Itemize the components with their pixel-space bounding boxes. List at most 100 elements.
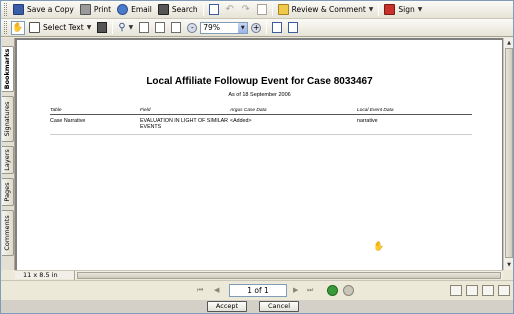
tools-toolbar: ✋ Select Text ▼ ⚲ ▼ - 79% ▼ + <box>1 19 513 37</box>
tab-bookmarks[interactable]: Bookmarks <box>2 46 14 92</box>
toolbar-separator <box>266 21 268 34</box>
table-cell: narrative <box>357 118 378 124</box>
scroll-down-icon[interactable]: ▼ <box>505 261 513 269</box>
tab-comments[interactable]: Comments <box>2 210 14 256</box>
review-comment-button[interactable]: Review & Comment ▼ <box>275 2 377 17</box>
zoom-out-button[interactable]: - <box>185 21 199 35</box>
spell-check-icon <box>208 4 219 15</box>
cancel-button[interactable]: Cancel <box>259 301 299 312</box>
go-back-icon[interactable] <box>327 285 338 296</box>
undo-button[interactable]: ↶ <box>223 3 237 17</box>
printer-icon <box>79 4 91 15</box>
toolbar-separator <box>202 3 204 16</box>
redo-icon: ↷ <box>241 4 250 15</box>
fit-width-icon <box>171 22 182 33</box>
copy-button[interactable] <box>255 3 269 17</box>
document-title: Local Affiliate Followup Event for Case … <box>146 76 373 87</box>
last-page-icon[interactable]: ⏭ <box>307 285 313 296</box>
spell-check-button[interactable] <box>207 3 221 17</box>
binoculars-icon <box>157 4 169 15</box>
table-row: Case Narrative EVALUATION IN LIGHT OF SI… <box>50 115 472 135</box>
rotate-left-button[interactable] <box>270 21 284 35</box>
page-size-label: 11 x 8.5 in <box>15 270 75 280</box>
scroll-up-icon[interactable]: ▲ <box>505 39 513 47</box>
main-toolbar: Save a Copy Print Email Search ↶ ↷ Revie… <box>1 1 513 19</box>
hand-icon: ✋ <box>12 22 24 33</box>
pen-icon <box>384 4 396 15</box>
toolbar-grip[interactable] <box>4 3 7 16</box>
table-cell: EVALUATION IN LIGHT OF SIMILAR EVENTS <box>140 118 229 130</box>
document-subtitle: As of 18 September 2006 <box>228 92 291 98</box>
fit-page-icon <box>155 22 166 33</box>
tab-layers[interactable]: Layers <box>2 146 14 174</box>
rotate-right-button[interactable] <box>286 21 300 35</box>
text-cursor-icon <box>29 22 40 33</box>
zoom-dropdown-icon[interactable]: ▼ <box>238 22 248 33</box>
table-header: Table Field Argus Case Data Local Event … <box>50 108 472 115</box>
dropdown-arrow-icon[interactable]: ▼ <box>129 24 134 31</box>
actual-size-icon <box>139 22 150 33</box>
email-icon <box>117 4 129 15</box>
hand-tool-button[interactable]: ✋ <box>11 20 25 35</box>
actual-size-button[interactable] <box>137 21 151 35</box>
magnifier-icon: ⚲ <box>118 22 126 33</box>
column-header: Table <box>50 108 62 113</box>
column-header: Local Event Data <box>357 108 394 113</box>
fit-width-button[interactable] <box>169 21 183 35</box>
zoom-tool-button[interactable]: ⚲ ▼ <box>115 20 136 35</box>
plus-circle-icon: + <box>251 22 262 33</box>
fit-page-button[interactable] <box>153 21 167 35</box>
print-button[interactable]: Print <box>77 2 114 17</box>
first-page-icon[interactable]: ⏮ <box>197 285 203 296</box>
data-table: Table Field Argus Case Data Local Event … <box>50 108 472 135</box>
scrollbar-thumb[interactable] <box>505 48 513 258</box>
save-copy-button[interactable]: Save a Copy <box>10 2 77 17</box>
facing-view-icon[interactable] <box>482 285 494 296</box>
zoom-input[interactable]: 79% ▼ <box>200 21 249 34</box>
status-bar: 11 x 8.5 in <box>15 270 503 280</box>
table-cell: Case Narrative <box>50 118 86 124</box>
horizontal-scrollbar[interactable] <box>77 271 501 279</box>
tab-pages[interactable]: Pages <box>2 178 14 206</box>
continuous-facing-view-icon[interactable] <box>498 285 510 296</box>
search-button[interactable]: Search <box>155 2 201 17</box>
previous-page-icon[interactable]: ◀ <box>214 285 219 296</box>
toolbar-separator <box>378 3 380 16</box>
zoom-in-button[interactable]: + <box>249 21 263 35</box>
column-header: Field <box>140 108 151 113</box>
next-page-icon[interactable]: ▶ <box>293 285 298 296</box>
go-forward-icon[interactable] <box>343 285 354 296</box>
email-button[interactable]: Email <box>114 2 155 17</box>
page-navigation-bar: ⏮ ◀ 1 of 1 ▶ ⏭ <box>1 280 513 300</box>
undo-icon: ↶ <box>225 4 234 15</box>
redo-button[interactable]: ↷ <box>239 3 253 17</box>
dropdown-arrow-icon[interactable]: ▼ <box>418 6 423 13</box>
floppy-disk-icon <box>13 4 24 15</box>
toolbar-separator <box>112 21 114 34</box>
navigation-tabs: Bookmarks Signatures Layers Pages Commen… <box>1 38 15 270</box>
accept-button[interactable]: Accept <box>207 301 247 312</box>
toolbar-separator <box>271 3 273 16</box>
document-view[interactable]: Local Affiliate Followup Event for Case … <box>15 38 503 270</box>
copy-icon <box>256 4 267 15</box>
dialog-button-row: Accept Cancel <box>1 300 513 313</box>
rotate-right-icon <box>288 22 299 33</box>
dropdown-arrow-icon[interactable]: ▼ <box>369 6 374 13</box>
snapshot-button[interactable] <box>95 21 109 35</box>
pdf-page: Local Affiliate Followup Event for Case … <box>17 40 502 270</box>
continuous-view-icon[interactable] <box>466 285 478 296</box>
column-header: Argus Case Data <box>230 108 267 113</box>
camera-icon <box>97 22 108 33</box>
review-comment-icon <box>277 4 289 15</box>
page-number-input[interactable]: 1 of 1 <box>229 284 287 297</box>
hand-cursor-icon: ✋ <box>373 242 385 252</box>
vertical-scrollbar[interactable]: ▲ ▼ <box>503 38 513 270</box>
table-cell: <Added> <box>230 118 252 124</box>
sign-button[interactable]: Sign ▼ <box>381 2 425 17</box>
single-page-view-icon[interactable] <box>450 285 462 296</box>
rotate-left-icon <box>272 22 283 33</box>
toolbar-grip[interactable] <box>4 21 7 34</box>
tab-signatures[interactable]: Signatures <box>2 96 14 142</box>
dropdown-arrow-icon[interactable]: ▼ <box>87 24 92 31</box>
select-text-button[interactable]: Select Text ▼ <box>26 20 94 35</box>
